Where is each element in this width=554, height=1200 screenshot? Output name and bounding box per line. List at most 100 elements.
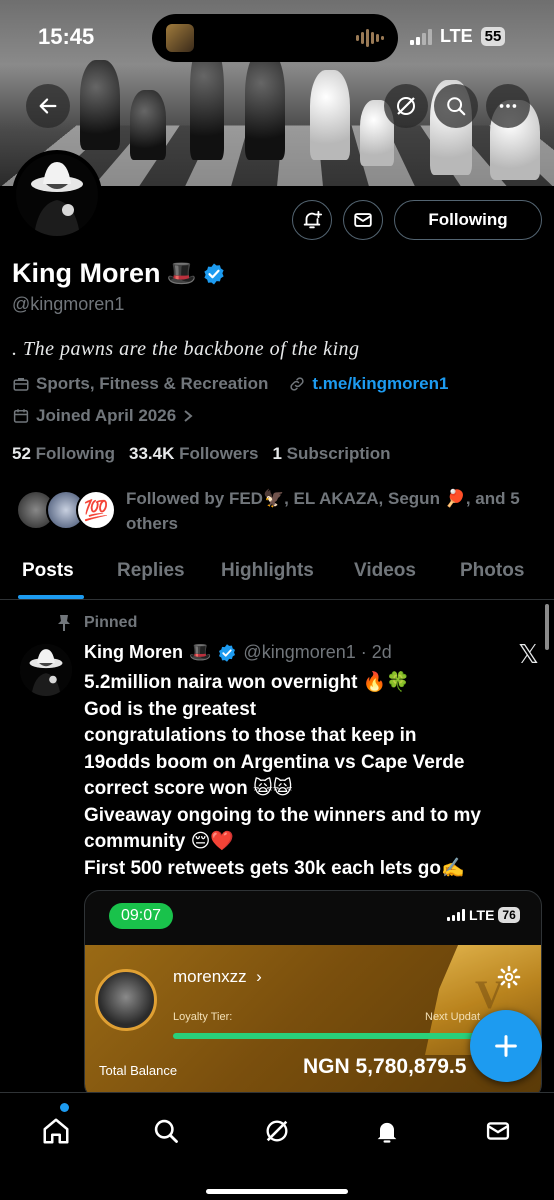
more-button[interactable] — [486, 84, 530, 128]
dynamic-island — [152, 14, 398, 62]
battery-icon: 55 — [480, 27, 506, 46]
calendar-icon — [13, 409, 29, 423]
post-meta: @kingmoren1 · 2d — [243, 642, 392, 662]
envelope-icon — [354, 213, 372, 227]
profile-avatar[interactable] — [12, 150, 102, 240]
following-button[interactable]: Following — [394, 200, 542, 240]
nav-search[interactable] — [146, 1111, 186, 1151]
status-time: 15:45 — [38, 24, 95, 49]
tab-highlights[interactable]: Highlights — [221, 560, 314, 582]
post-line: 5.2million naira won overnight 🔥🍀 — [84, 672, 411, 693]
post-line: First 500 retweets gets 30k each lets go… — [84, 857, 465, 879]
post-media-image[interactable]: 09:07 LTE 76 V morenxzz › Loyalty Tier: … — [84, 890, 542, 1100]
verified-badge-icon[interactable] — [202, 262, 226, 286]
bottom-navigation — [0, 1092, 554, 1200]
active-tab-indicator — [18, 595, 84, 599]
following-stat[interactable]: 52 Following — [12, 444, 115, 464]
network-type: LTE — [440, 26, 473, 46]
pin-icon — [58, 615, 70, 631]
now-playing-artwork — [166, 24, 194, 52]
nav-grok[interactable] — [257, 1111, 297, 1151]
pinned-label: Pinned — [56, 614, 137, 632]
signal-icon — [410, 28, 432, 45]
message-button[interactable] — [343, 200, 383, 240]
search-icon — [447, 97, 466, 116]
profile-link[interactable]: t.me/kingmoren1 — [312, 374, 448, 394]
next-update-label: Next Updat — [425, 1011, 481, 1023]
plus-icon — [495, 1035, 517, 1057]
profile-category: Sports, Fitness & Recreation — [36, 374, 269, 393]
wallet-avatar — [95, 969, 157, 1031]
post-header: King Moren 🎩 @kingmoren1 · 2d — [84, 642, 392, 663]
profile-joined[interactable]: Joined April 2026 — [36, 406, 176, 426]
total-balance-value: NGN 5,780,879.5 — [303, 1055, 467, 1078]
total-balance-label: Total Balance — [99, 1063, 178, 1078]
home-icon — [43, 1118, 69, 1144]
scrollbar[interactable] — [545, 604, 549, 650]
post-text[interactable]: 5.2million naira won overnight 🔥🍀 God is… — [84, 670, 544, 882]
profile-stats: 52 Following 33.4K Followers 1 Subscript… — [12, 444, 391, 464]
back-button[interactable] — [26, 84, 70, 128]
profile-tabs: Posts Replies Highlights Videos Photos — [0, 548, 554, 600]
post-line: 19odds boom on Argentina vs Cape Verde — [84, 751, 465, 773]
media-status-time: 09:07 — [109, 903, 173, 929]
notify-button[interactable] — [292, 200, 332, 240]
profile-meta-row: Sports, Fitness & Recreation t.me/kingmo… — [12, 374, 448, 394]
profile-joined-row: Joined April 2026 — [12, 406, 194, 426]
chess-piece — [310, 70, 350, 160]
chess-piece — [80, 60, 120, 150]
arrow-left-icon — [39, 98, 57, 114]
post-line: God is the greatest — [84, 698, 257, 720]
wallet-card: V morenxzz › Loyalty Tier: Next Updat To… — [85, 945, 541, 1099]
followed-by-text: Followed by FED🦅, EL AKAZA, Segun 🏓, and… — [126, 489, 520, 533]
battery-icon: 76 — [498, 907, 520, 923]
top-hat-emoji: 🎩 — [166, 260, 197, 287]
gear-icon — [497, 965, 521, 989]
hat-figure-avatar — [16, 154, 98, 236]
post-line: congratulations to those that keep in — [84, 725, 417, 746]
more-dots-icon — [499, 104, 517, 108]
profile-handle: @kingmoren1 — [12, 294, 125, 314]
search-icon — [154, 1119, 178, 1143]
display-name-text: King Moren — [12, 258, 161, 288]
link-icon — [290, 377, 305, 391]
search-button[interactable] — [434, 84, 478, 128]
followed-by[interactable]: 💯 Followed by FED🦅, EL AKAZA, Segun 🏓, a… — [16, 486, 536, 536]
wallet-username: morenxzz › — [173, 967, 262, 986]
signal-icon — [447, 909, 465, 921]
home-indicator — [206, 1189, 348, 1194]
slash-circle-icon — [266, 1120, 288, 1142]
hat-figure-avatar — [20, 644, 72, 696]
verified-badge-icon — [219, 643, 236, 662]
loyalty-tier-label: Loyalty Tier: — [173, 1011, 233, 1023]
grok-button[interactable] — [384, 84, 428, 128]
nav-messages[interactable] — [478, 1111, 518, 1151]
tab-videos[interactable]: Videos — [354, 560, 416, 582]
audio-wave-icon — [356, 29, 384, 47]
x-logo-icon: 𝕏 — [518, 640, 539, 670]
top-hat-emoji: 🎩 — [189, 642, 212, 662]
media-status-right: LTE 76 — [447, 907, 520, 923]
compose-button[interactable] — [470, 1010, 542, 1082]
post-author-avatar[interactable] — [20, 644, 72, 696]
post-line: community 😔❤️ — [84, 831, 235, 852]
nav-notifications[interactable] — [367, 1111, 407, 1151]
subscriptions-stat[interactable]: 1 Subscription — [272, 444, 390, 464]
profile-bio: . The pawns are the backbone of the king — [12, 338, 360, 360]
post-line: Giveaway ongoing to the winners and to m… — [84, 804, 481, 826]
briefcase-icon — [13, 378, 29, 391]
follower-avatar: 💯 — [76, 490, 116, 530]
bell-plus-icon — [303, 210, 323, 229]
nav-home[interactable] — [36, 1111, 76, 1151]
mail-icon — [486, 1122, 510, 1140]
chess-piece — [245, 50, 285, 160]
post-author-name[interactable]: King Moren — [84, 642, 183, 663]
tab-replies[interactable]: Replies — [117, 560, 185, 582]
tab-photos[interactable]: Photos — [460, 560, 524, 582]
followers-stat[interactable]: 33.4K Followers — [129, 444, 258, 464]
home-unread-dot — [60, 1103, 69, 1112]
tab-posts[interactable]: Posts — [22, 560, 74, 582]
slash-circle-icon — [397, 97, 415, 115]
bell-icon — [377, 1122, 397, 1143]
post-line: correct score won 🙀🙀 — [84, 778, 293, 799]
